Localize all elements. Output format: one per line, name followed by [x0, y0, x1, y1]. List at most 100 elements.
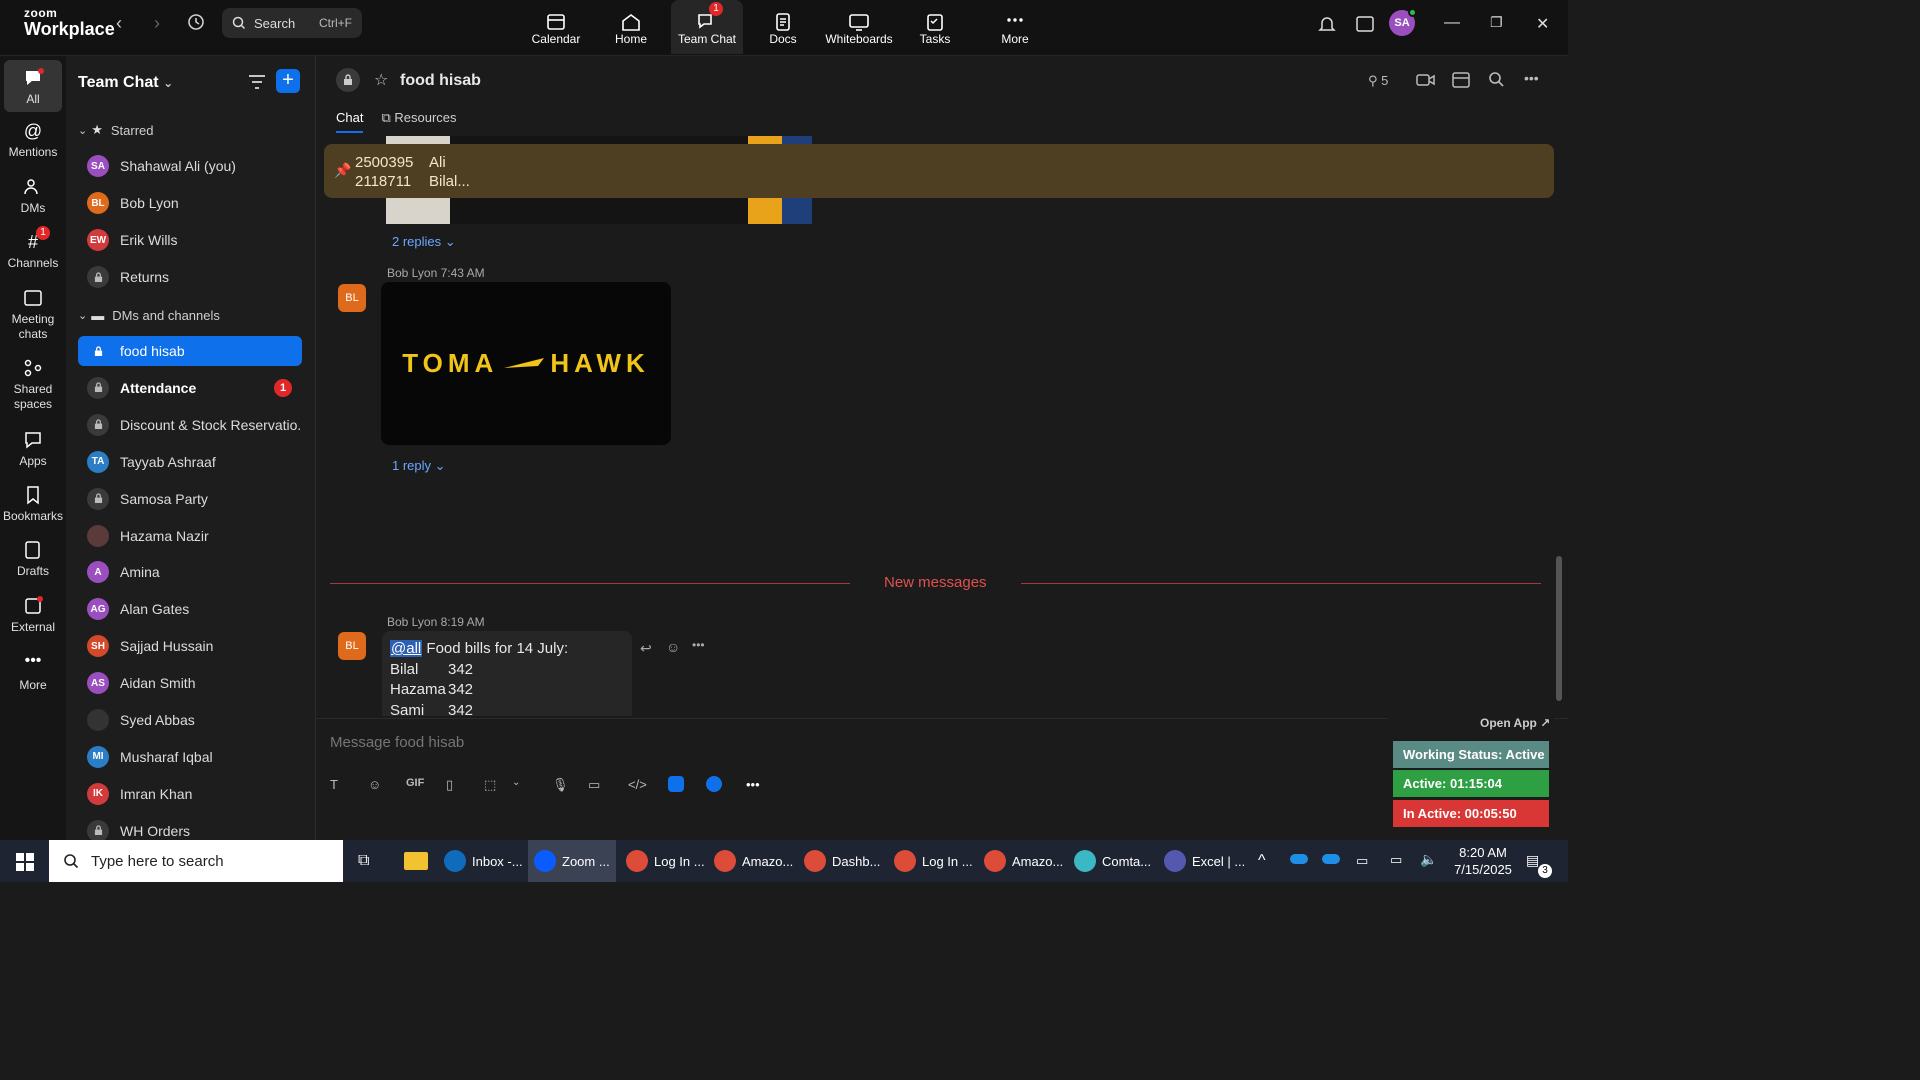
- code-snippet-icon[interactable]: </>: [628, 777, 647, 792]
- volume-icon[interactable]: 🔈: [1420, 851, 1437, 868]
- mention-all[interactable]: @all: [390, 640, 423, 657]
- star-outline-icon[interactable]: ☆: [374, 70, 388, 90]
- taskbar-app[interactable]: Log In ...: [894, 840, 973, 882]
- replies-link[interactable]: 2 replies ⌄: [392, 234, 456, 250]
- clock[interactable]: 8:20 AM 7/15/2025: [1448, 844, 1518, 878]
- tab-chat[interactable]: Chat: [336, 110, 364, 133]
- emoji-icon[interactable]: ☺: [368, 777, 381, 792]
- taskbar-search[interactable]: Type here to search: [49, 840, 343, 882]
- restore-icon[interactable]: ❐: [1490, 14, 1503, 31]
- message-bubble[interactable]: @all Food bills for 14 July: Bilal 342 Haz…: [382, 631, 632, 716]
- rail-meeting-chats[interactable]: Meeting chats: [0, 288, 66, 342]
- channel-name[interactable]: food hisab: [400, 72, 481, 90]
- sidebar-item-sajjad-hussain[interactable]: SH Sajjad Hussain: [78, 631, 302, 661]
- open-app-link[interactable]: Open App ↗: [1480, 716, 1550, 730]
- microphone-icon[interactable]: 🎙: [552, 777, 569, 793]
- video-message-icon[interactable]: ▭: [588, 777, 600, 793]
- dms-channels-section[interactable]: ⌄ ▬ DMs and channels: [78, 308, 220, 323]
- sidebar-item-aidan-smith[interactable]: AS Aidan Smith: [78, 668, 302, 698]
- bell-icon[interactable]: [1318, 14, 1336, 39]
- taskbar-app[interactable]: Inbox -...: [444, 840, 523, 882]
- onedrive-icon[interactable]: [1290, 854, 1308, 864]
- new-chat-button[interactable]: +: [276, 69, 300, 93]
- taskbar-app[interactable]: Dashb...: [804, 840, 880, 882]
- nav-tasks[interactable]: Tasks: [899, 0, 971, 54]
- onedrive-icon-2[interactable]: [1322, 854, 1340, 864]
- screenshot-icon[interactable]: ⬚: [484, 777, 496, 793]
- task-view-icon[interactable]: ⧉: [358, 852, 369, 870]
- tab-resources[interactable]: ⧉ Resources: [381, 110, 456, 133]
- nav-more[interactable]: More: [979, 0, 1051, 54]
- network-icon[interactable]: ▭: [1390, 852, 1402, 868]
- taskbar-app[interactable]: Amazo...: [984, 840, 1063, 882]
- more-options-icon[interactable]: •••: [692, 638, 705, 652]
- format-text-icon[interactable]: T: [330, 777, 338, 792]
- taskbar-app[interactable]: Log In ...: [626, 840, 705, 882]
- profile-avatar[interactable]: SA: [1389, 8, 1417, 36]
- scrollbar[interactable]: [1556, 556, 1562, 701]
- sidebar-item-bob-lyon[interactable]: BL Bob Lyon: [78, 188, 302, 218]
- file-icon[interactable]: ▯: [446, 777, 453, 793]
- app-icon[interactable]: [668, 776, 684, 792]
- gif-button[interactable]: GIF: [406, 777, 424, 789]
- rail-drafts[interactable]: Drafts: [0, 540, 66, 578]
- sidebar-item-attendance[interactable]: Attendance 1: [78, 373, 302, 403]
- nav-docs[interactable]: Docs: [747, 0, 819, 54]
- chevron-down-icon[interactable]: ⌄: [512, 777, 520, 788]
- rail-mentions[interactable]: @ Mentions: [0, 121, 66, 159]
- avatar[interactable]: BL: [338, 284, 366, 312]
- rail-apps[interactable]: Apps: [0, 430, 66, 468]
- more-dots-icon[interactable]: •••: [746, 777, 760, 792]
- sidebar-item-discount-stock-reservatio[interactable]: Discount & Stock Reservatio...: [78, 410, 302, 440]
- history-icon[interactable]: [186, 12, 206, 37]
- starred-section[interactable]: ⌄ ★ Starred: [78, 122, 154, 138]
- reply-icon[interactable]: ↩: [640, 640, 652, 657]
- search-input[interactable]: Search Ctrl+F: [222, 8, 362, 38]
- back-icon[interactable]: ‹: [116, 13, 122, 34]
- sidebar-item-amina[interactable]: A Amina: [78, 557, 302, 587]
- sidebar-item-returns[interactable]: Returns: [78, 262, 302, 292]
- rail-all[interactable]: All: [4, 60, 62, 112]
- members-count[interactable]: ⚲ 5: [1368, 73, 1388, 89]
- sidebar-item-food-hisab[interactable]: food hisab: [78, 336, 302, 366]
- windows-start-icon[interactable]: [16, 853, 34, 876]
- sidebar-item-tayyab-ashraaf[interactable]: TA Tayyab Ashraaf: [78, 447, 302, 477]
- schedule-icon[interactable]: [1452, 71, 1470, 94]
- file-explorer-icon[interactable]: [404, 852, 428, 870]
- notifications-icon[interactable]: ▤: [1526, 852, 1539, 869]
- more-options-icon[interactable]: •••: [1524, 70, 1539, 86]
- rail-channels[interactable]: # Channels 1: [0, 226, 66, 270]
- taskbar-app[interactable]: Zoom ...: [528, 840, 616, 882]
- sidebar-item-shahawal-ali-you[interactable]: SA Shahawal Ali (you): [78, 151, 302, 181]
- rail-shared-spaces[interactable]: Shared spaces: [0, 358, 66, 412]
- sidebar-item-hazama-nazir[interactable]: Hazama Nazir: [78, 521, 302, 551]
- sidebar-item-syed-abbas[interactable]: Syed Abbas: [78, 705, 302, 735]
- nav-calendar[interactable]: Calendar: [520, 0, 592, 54]
- minimize-icon[interactable]: —: [1444, 14, 1460, 32]
- emoji-reaction-icon[interactable]: ☺: [666, 639, 680, 655]
- search-icon[interactable]: [1488, 71, 1504, 92]
- rail-bookmarks[interactable]: Bookmarks: [0, 485, 66, 523]
- sidebar-item-imran-khan[interactable]: IK Imran Khan: [78, 779, 302, 809]
- pinned-message-bar[interactable]: 📌 2500395 Ali 2118711 Bilal...: [324, 144, 1554, 198]
- rail-more[interactable]: ••• More: [0, 653, 66, 693]
- sidebar-item-alan-gates[interactable]: AG Alan Gates: [78, 594, 302, 624]
- chevron-up-icon[interactable]: ^: [1258, 852, 1266, 870]
- video-icon[interactable]: [1416, 72, 1436, 93]
- sidebar-item-samosa-party[interactable]: Samosa Party: [78, 484, 302, 514]
- app-icon-2[interactable]: [706, 776, 722, 792]
- taskbar-app[interactable]: Comta...: [1074, 840, 1151, 882]
- tomahawk-image[interactable]: TOMA HAWK: [381, 282, 671, 445]
- close-icon[interactable]: ✕: [1536, 14, 1549, 34]
- sidebar-title[interactable]: Team Chat ⌄: [78, 74, 173, 92]
- nav-home[interactable]: Home: [595, 0, 667, 54]
- filter-icon[interactable]: [248, 74, 266, 95]
- message-input[interactable]: [330, 727, 1380, 757]
- avatar[interactable]: BL: [338, 632, 366, 660]
- rail-dms[interactable]: DMs: [0, 177, 66, 215]
- rail-external[interactable]: External: [0, 596, 66, 634]
- sidebar-item-musharaf-iqbal[interactable]: MI Musharaf Iqbal: [78, 742, 302, 772]
- taskbar-app[interactable]: Amazo...: [714, 840, 793, 882]
- nav-whiteboards[interactable]: Whiteboards: [823, 0, 895, 54]
- sidebar-item-erik-wills[interactable]: EW Erik Wills: [78, 225, 302, 255]
